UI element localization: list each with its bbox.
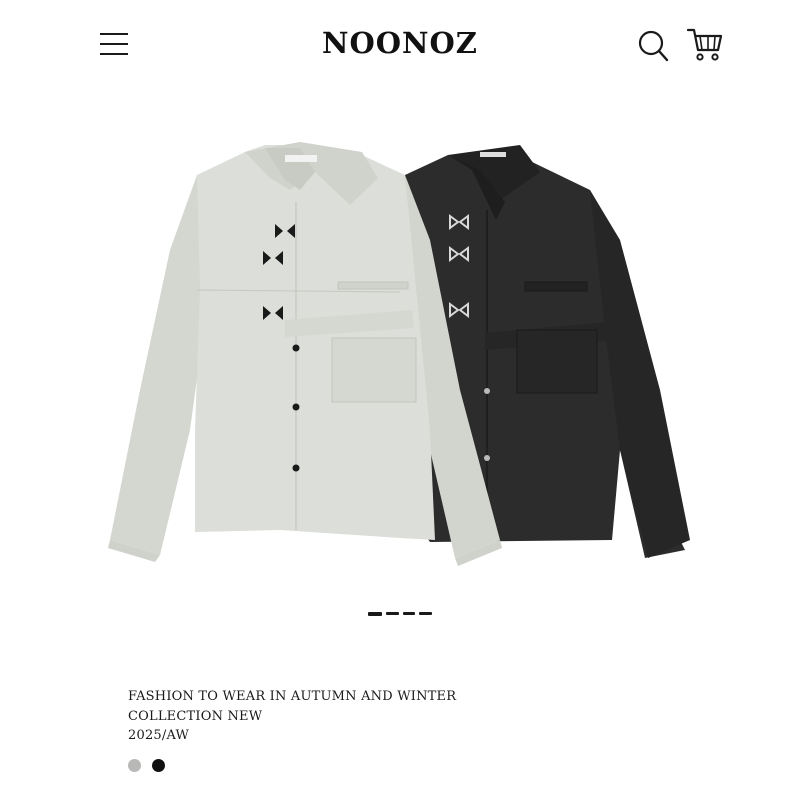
carousel-dot[interactable] — [402, 612, 416, 615]
carousel-indicator — [368, 612, 432, 618]
swatch-light-gray[interactable] — [128, 759, 141, 772]
carousel-dot[interactable] — [368, 612, 383, 616]
product-season: 2025/AW — [128, 728, 190, 743]
shopping-cart-icon[interactable] — [686, 26, 724, 62]
product-image[interactable] — [100, 130, 700, 570]
search-icon[interactable] — [636, 28, 670, 64]
product-title-line-1: FASHION TO WEAR IN AUTUMN AND WINTER — [128, 689, 457, 704]
swatch-black[interactable] — [152, 759, 165, 772]
color-swatches — [128, 759, 165, 772]
header: NOONOZ — [0, 0, 800, 90]
carousel-dot[interactable] — [419, 612, 432, 615]
product-info: FASHION TO WEAR IN AUTUMN AND WINTER COL… — [128, 687, 688, 746]
carousel-dot[interactable] — [386, 612, 399, 615]
product-page: NOONOZ FASHION TO WEAR IN AUTUMN AND WIN… — [0, 0, 800, 800]
product-title-line-2: COLLECTION NEW — [128, 708, 263, 724]
hamburger-menu-icon[interactable] — [98, 30, 130, 58]
